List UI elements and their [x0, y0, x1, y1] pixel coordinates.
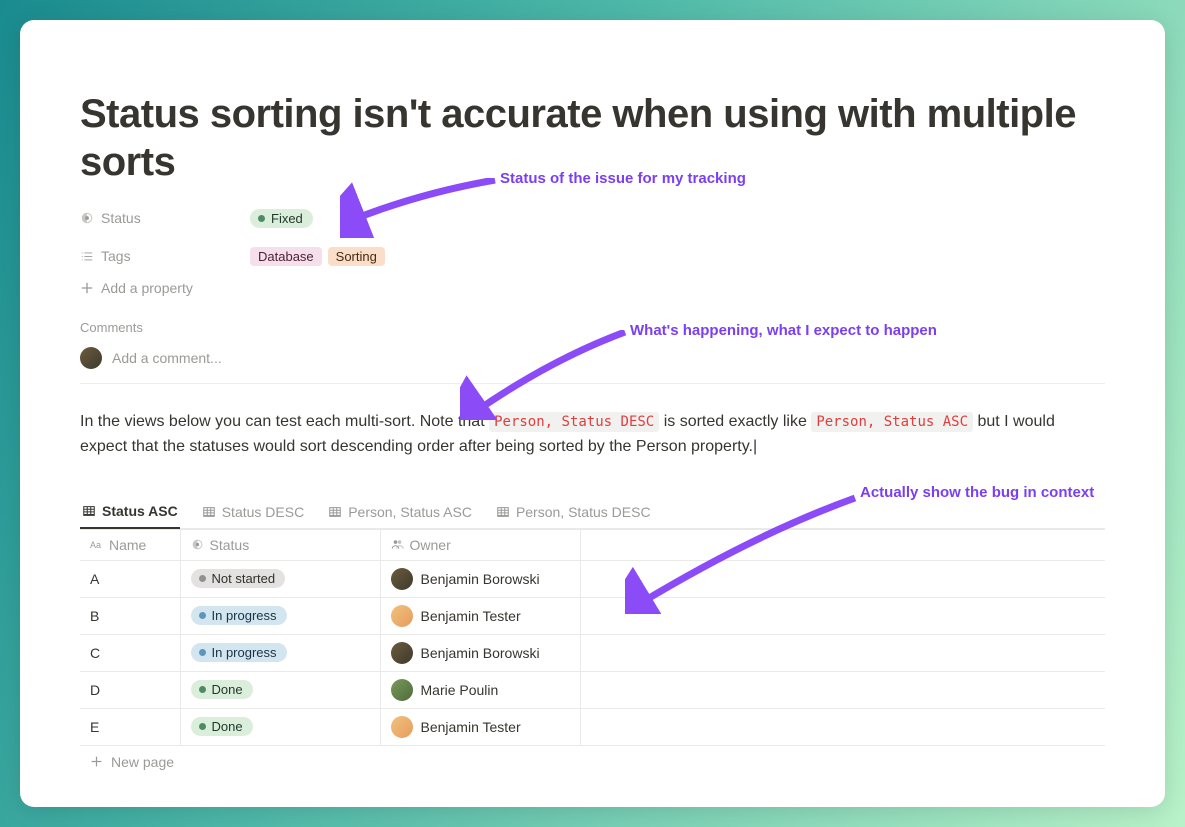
add-property-label: Add a property [101, 280, 193, 296]
avatar [391, 605, 413, 627]
tab-person-status-asc[interactable]: Person, Status ASC [326, 497, 474, 529]
status-pill[interactable]: Done [191, 680, 253, 699]
table-row[interactable]: C In progress Benjamin Borowski [80, 634, 1105, 671]
tag-sorting[interactable]: Sorting [328, 247, 385, 266]
table-row[interactable]: D Done Marie Poulin [80, 671, 1105, 708]
property-key-tags: Tags [80, 248, 250, 264]
property-value-status[interactable]: Fixed [250, 209, 313, 228]
column-header-name[interactable]: AaName [80, 529, 180, 560]
comments-heading: Comments [80, 320, 1105, 335]
cell-name[interactable]: D [80, 671, 180, 708]
property-row-tags[interactable]: Tags Database Sorting [80, 242, 1105, 270]
tab-person-status-desc[interactable]: Person, Status DESC [494, 497, 653, 529]
table-icon [496, 505, 510, 519]
avatar [391, 716, 413, 738]
property-key-status: Status [80, 210, 250, 226]
column-header-owner[interactable]: Owner [380, 529, 580, 560]
cell-empty[interactable] [580, 708, 1105, 745]
cell-empty[interactable] [580, 634, 1105, 671]
table-icon [202, 505, 216, 519]
property-row-status[interactable]: Status Fixed [80, 204, 1105, 232]
tab-status-desc[interactable]: Status DESC [200, 497, 306, 529]
text-icon: Aa [90, 538, 103, 551]
cell-name[interactable]: C [80, 634, 180, 671]
table-row[interactable]: B In progress Benjamin Tester [80, 597, 1105, 634]
page-card: Status sorting isn't accurate when using… [20, 20, 1165, 807]
column-header-empty[interactable] [580, 529, 1105, 560]
new-page-label: New page [111, 754, 174, 770]
table-icon [82, 504, 96, 518]
cell-status[interactable]: In progress [180, 597, 380, 634]
status-pill[interactable]: In progress [191, 643, 287, 662]
avatar [391, 679, 413, 701]
comment-input[interactable]: Add a comment... [80, 347, 1105, 384]
cell-status[interactable]: In progress [180, 634, 380, 671]
cell-empty[interactable] [580, 560, 1105, 597]
inline-code: Person, Status ASC [811, 412, 973, 432]
cell-name[interactable]: A [80, 560, 180, 597]
cell-name[interactable]: B [80, 597, 180, 634]
people-icon [391, 538, 404, 551]
inline-code: Person, Status DESC [489, 412, 659, 432]
cell-status[interactable]: Done [180, 708, 380, 745]
add-property-button[interactable]: Add a property [80, 280, 1105, 296]
text-caret [753, 438, 757, 455]
property-value-tags[interactable]: Database Sorting [250, 247, 385, 266]
cell-status[interactable]: Not started [180, 560, 380, 597]
table-row[interactable]: E Done Benjamin Tester [80, 708, 1105, 745]
comment-placeholder: Add a comment... [112, 350, 222, 366]
new-page-row[interactable]: New page [80, 745, 1105, 777]
list-icon [80, 249, 94, 263]
status-icon [191, 538, 204, 551]
plus-icon [90, 755, 103, 768]
view-tabs: Status ASC Status DESC Person, Status AS… [80, 496, 1105, 529]
avatar [391, 642, 413, 664]
cell-owner[interactable]: Benjamin Borowski [380, 560, 580, 597]
status-pill[interactable]: Not started [191, 569, 286, 588]
avatar [391, 568, 413, 590]
table-header-row: AaName Status Owner [80, 529, 1105, 560]
cell-status[interactable]: Done [180, 671, 380, 708]
column-header-status[interactable]: Status [180, 529, 380, 560]
cell-owner[interactable]: Benjamin Tester [380, 597, 580, 634]
property-label: Tags [101, 248, 131, 264]
cell-owner[interactable]: Marie Poulin [380, 671, 580, 708]
database-table: AaName Status Owner A Not started Benjamin… [80, 529, 1105, 777]
cell-name[interactable]: E [80, 708, 180, 745]
cell-owner[interactable]: Benjamin Borowski [380, 634, 580, 671]
status-pill[interactable]: In progress [191, 606, 287, 625]
table-icon [328, 505, 342, 519]
plus-icon [80, 281, 94, 295]
avatar [80, 347, 102, 369]
cell-owner[interactable]: Benjamin Tester [380, 708, 580, 745]
table-row[interactable]: A Not started Benjamin Borowski [80, 560, 1105, 597]
cell-empty[interactable] [580, 597, 1105, 634]
cell-empty[interactable] [580, 671, 1105, 708]
svg-text:Aa: Aa [90, 540, 101, 550]
tab-status-asc[interactable]: Status ASC [80, 497, 180, 529]
status-icon [80, 211, 94, 225]
body-paragraph[interactable]: In the views below you can test each mul… [80, 410, 1105, 460]
status-pill[interactable]: Done [191, 717, 253, 736]
tag-database[interactable]: Database [250, 247, 322, 266]
status-pill-fixed[interactable]: Fixed [250, 209, 313, 228]
page-title: Status sorting isn't accurate when using… [80, 90, 1105, 186]
property-label: Status [101, 210, 141, 226]
